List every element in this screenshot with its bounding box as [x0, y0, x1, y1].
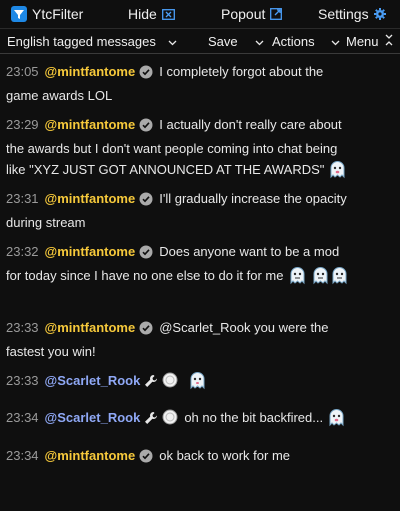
chat-message: 23:05 @mintfantome I completely forgot abo…	[6, 61, 356, 106]
message-author[interactable]: @mintfantome	[45, 448, 136, 463]
actions-dropdown[interactable]: Actions	[272, 34, 340, 49]
filter-toolbar: English tagged messages Save Actions Men…	[0, 30, 400, 54]
message-timestamp: 23:05	[6, 64, 39, 79]
external-link-icon	[270, 8, 283, 20]
popout-label: Popout	[221, 6, 266, 22]
brand-name: YtcFilter	[32, 6, 84, 22]
chat-message: 23:33 @mintfantome @Scarlet_Rook you were …	[6, 317, 356, 362]
message-author[interactable]: @Scarlet_Rook	[45, 373, 141, 388]
filter-preset-select[interactable]: English tagged messages	[7, 34, 177, 49]
verified-icon	[139, 191, 153, 212]
verified-icon	[139, 244, 153, 265]
message-text: oh no the bit backfired...	[184, 410, 324, 425]
ghost-emote-icon	[328, 160, 347, 179]
ghost-emote-icon	[327, 408, 346, 427]
chevron-down-icon	[331, 34, 340, 49]
chat-message-list: 23:05 @mintfantome I completely forgot abo…	[0, 56, 400, 511]
message-timestamp: 23:33	[6, 373, 39, 388]
message-author[interactable]: @Scarlet_Rook	[45, 410, 141, 425]
chat-message: 23:29 @mintfantome I actually don't really…	[6, 114, 356, 180]
wrench-icon	[144, 410, 158, 431]
brand: YtcFilter	[11, 6, 121, 22]
settings-label: Settings	[318, 6, 369, 22]
menu-dropdown[interactable]: Menu	[346, 34, 393, 49]
message-author[interactable]: @mintfantome	[45, 117, 136, 132]
chat-message: 23:33 @Scarlet_Rook	[6, 370, 356, 394]
ghost-emote-icon	[288, 266, 307, 285]
message-timestamp: 23:33	[6, 320, 39, 335]
wrench-icon	[144, 373, 158, 394]
verified-icon	[139, 64, 153, 85]
verified-icon	[139, 320, 153, 341]
verified-icon	[139, 448, 153, 469]
chat-message: 23:32 @mintfantome Does anyone want to be …	[6, 241, 356, 286]
actions-label: Actions	[272, 34, 315, 49]
message-text: ok back to work for me	[159, 448, 291, 463]
chat-message: 23:31 @mintfantome I'll gradually increase…	[6, 188, 356, 233]
chat-message: 23:34 @mintfantome ok back to work for me	[6, 445, 356, 469]
message-timestamp: 23:32	[6, 244, 39, 259]
gear-icon	[373, 8, 386, 20]
top-bar: YtcFilter Hide Popout Settings	[0, 0, 400, 29]
hide-button[interactable]: Hide	[128, 6, 175, 22]
message-author[interactable]: @mintfantome	[45, 64, 136, 79]
message-timestamp: 23:34	[6, 410, 39, 425]
hide-label: Hide	[128, 6, 157, 22]
close-box-icon	[161, 8, 175, 20]
save-label: Save	[208, 34, 238, 49]
member-badge-icon	[162, 409, 178, 431]
message-timestamp: 23:31	[6, 191, 39, 206]
message-author[interactable]: @mintfantome	[45, 191, 136, 206]
popout-button[interactable]: Popout	[221, 6, 283, 22]
message-timestamp: 23:29	[6, 117, 39, 132]
ytcfilter-logo-icon	[11, 6, 27, 22]
message-author[interactable]: @mintfantome	[45, 320, 136, 335]
chat-message: 23:34 @Scarlet_Rook oh no the bit backfire…	[6, 407, 356, 431]
filter-preset-value: English tagged messages	[7, 34, 156, 49]
menu-label: Menu	[346, 34, 379, 49]
member-badge-icon	[162, 372, 178, 394]
collapse-icon	[385, 34, 393, 49]
ghost-emote-icon	[188, 371, 207, 390]
message-author[interactable]: @mintfantome	[45, 244, 136, 259]
ghost-emote-icon	[311, 266, 330, 285]
message-timestamp: 23:34	[6, 448, 39, 463]
chevron-down-icon	[255, 34, 264, 49]
settings-button[interactable]: Settings	[318, 6, 386, 22]
verified-icon	[139, 117, 153, 138]
chevron-down-icon	[168, 34, 177, 49]
ghost-emote-icon	[330, 266, 349, 285]
save-dropdown[interactable]: Save	[208, 34, 264, 49]
